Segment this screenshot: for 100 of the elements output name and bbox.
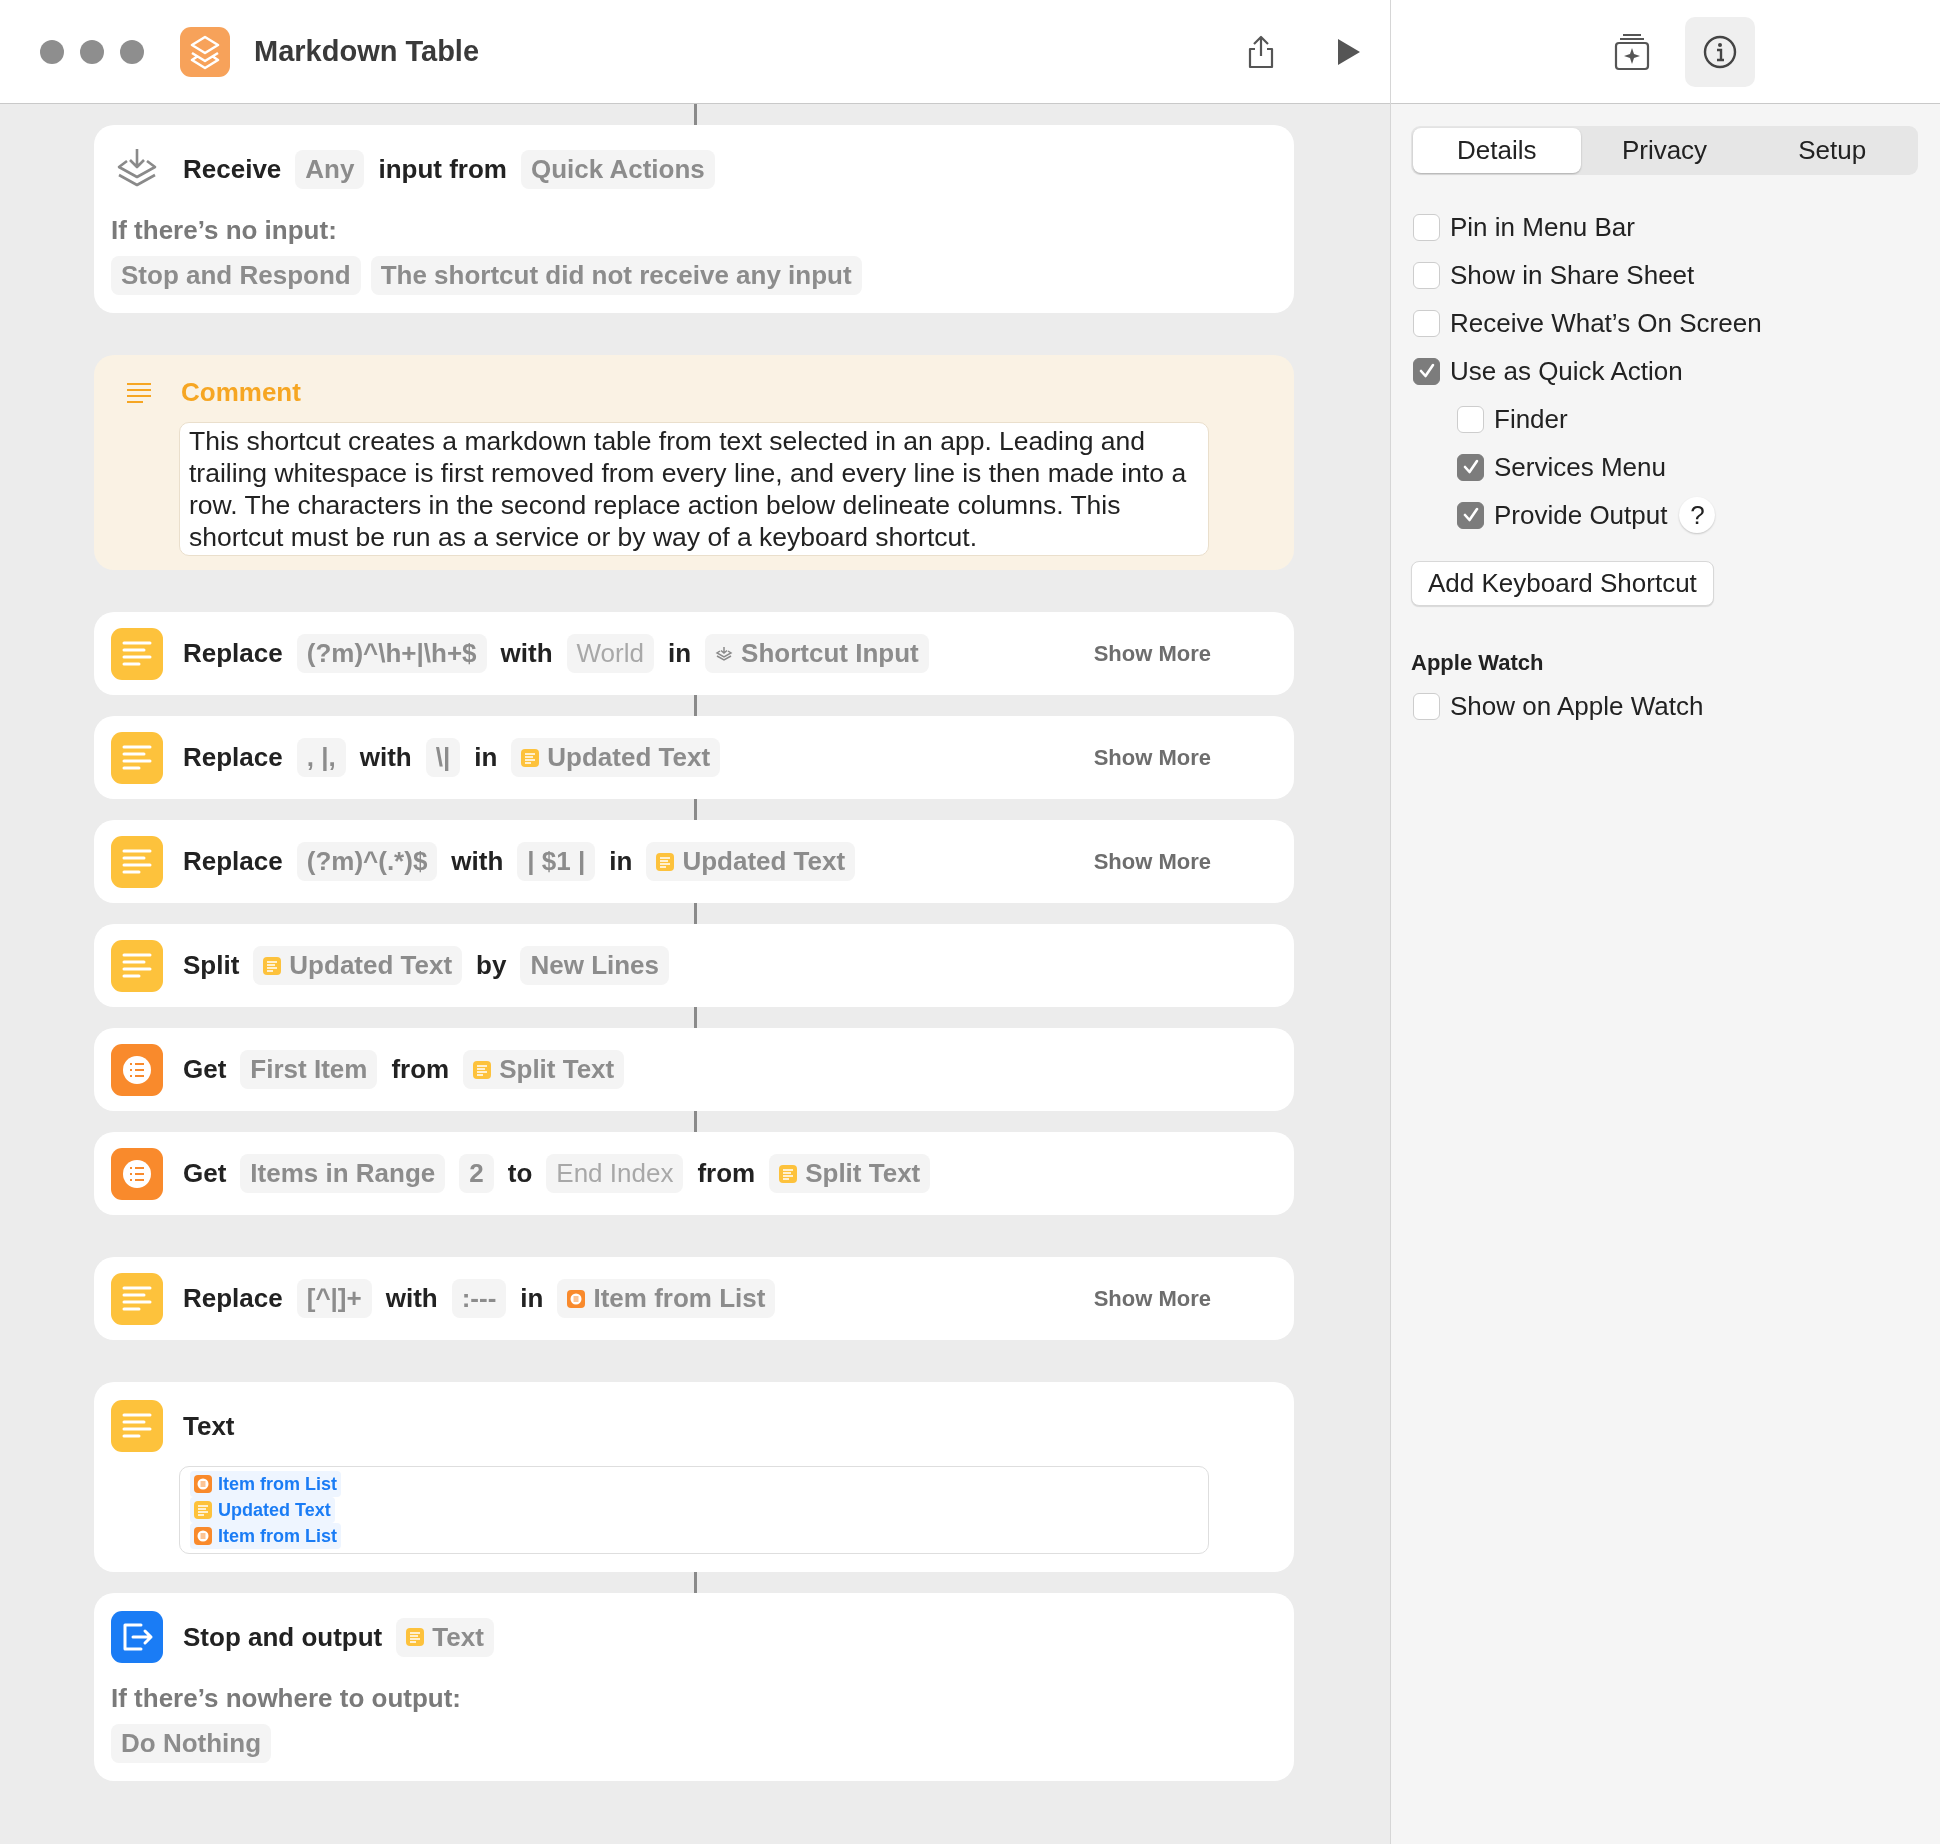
text-lines-icon: [111, 835, 163, 888]
action-label: Replace: [183, 846, 283, 877]
window-title: Markdown Table: [254, 35, 480, 68]
text-lines-icon: [111, 627, 163, 680]
segment-tab[interactable]: Details: [1413, 128, 1581, 173]
checkbox-label[interactable]: Finder: [1494, 403, 1568, 435]
section-title: Apple Watch: [1411, 650, 1545, 676]
segment-tab[interactable]: Setup: [1748, 128, 1916, 173]
checkbox[interactable]: [1413, 213, 1440, 241]
list-icon: [567, 1289, 586, 1308]
checkbox-label[interactable]: Show on Apple Watch: [1450, 690, 1704, 722]
window-control[interactable]: [40, 39, 64, 64]
variable-token[interactable]: Updated Text: [646, 842, 856, 881]
action-label: in: [668, 638, 692, 669]
list-icon: [111, 1147, 163, 1200]
exit-icon: [111, 1611, 163, 1663]
show-more-link[interactable]: Show More: [1093, 1285, 1211, 1312]
help-button[interactable]: ?: [1679, 497, 1716, 533]
parameter-token[interactable]: Any: [295, 149, 365, 189]
segment-tab[interactable]: Privacy: [1580, 128, 1749, 173]
parameter-token[interactable]: The shortcut did not receive any input: [370, 256, 862, 295]
parameter-token[interactable]: , |,: [296, 738, 346, 777]
action-label: to: [507, 1158, 533, 1189]
list-icon: [194, 1527, 212, 1545]
checkbox-label[interactable]: Use as Quick Action: [1450, 355, 1683, 387]
checkbox-label[interactable]: Show in Share Sheet: [1450, 259, 1695, 291]
action-label: in: [609, 846, 633, 877]
checkbox-label[interactable]: Pin in Menu Bar: [1450, 211, 1635, 243]
play-icon[interactable]: [1336, 36, 1362, 67]
action-label: Get: [183, 1054, 227, 1085]
action-label: with: [500, 638, 553, 669]
window-control[interactable]: [120, 39, 144, 64]
action-label: from: [697, 1158, 756, 1189]
window-control[interactable]: [80, 39, 104, 64]
layers-app-icon: [180, 26, 230, 77]
variable-token[interactable]: Updated Text: [511, 738, 721, 777]
action-label: from: [391, 1054, 450, 1085]
variable-token[interactable]: Shortcut Input: [705, 634, 929, 673]
parameter-token[interactable]: \|: [425, 738, 461, 777]
show-more-link[interactable]: Show More: [1093, 640, 1211, 667]
receive-icon: [715, 644, 734, 663]
parameter-token[interactable]: 2: [459, 1154, 494, 1193]
show-more-link[interactable]: Show More: [1093, 744, 1211, 771]
parameter-token[interactable]: :---: [451, 1279, 507, 1318]
action-label: by: [476, 950, 507, 981]
checkbox[interactable]: [1413, 692, 1440, 720]
action-label: with: [359, 742, 412, 773]
parameter-token[interactable]: Stop and Respond: [111, 256, 361, 295]
checkbox[interactable]: [1413, 357, 1440, 385]
action-label: with: [385, 1283, 438, 1314]
text-lines-icon: [656, 852, 675, 871]
checkbox[interactable]: [1457, 453, 1484, 481]
variable-token[interactable]: Updated Text: [253, 946, 463, 985]
parameter-token[interactable]: First Item: [240, 1050, 378, 1089]
variable-token[interactable]: Item from List: [557, 1279, 776, 1318]
text-lines-icon: [111, 731, 163, 784]
parameter-token[interactable]: [^|]+: [296, 1279, 372, 1318]
list-icon: [194, 1475, 212, 1493]
parameter-token[interactable]: World: [566, 634, 654, 673]
action-label: in: [474, 742, 498, 773]
action-label: Split: [183, 950, 240, 981]
checkbox[interactable]: [1413, 309, 1440, 337]
variable-token[interactable]: Split Text: [463, 1050, 625, 1089]
parameter-token[interactable]: End Index: [546, 1154, 684, 1193]
text-lines-icon: [111, 939, 163, 992]
parameter-token[interactable]: Quick Actions: [520, 149, 715, 189]
variable-token[interactable]: Item from List: [190, 1523, 341, 1549]
parameter-token[interactable]: Items in Range: [240, 1154, 446, 1193]
text-lines-icon: [406, 1628, 425, 1646]
parameter-token[interactable]: (?m)^\h+|\h+$: [296, 634, 487, 673]
checkbox[interactable]: [1413, 261, 1440, 289]
checkbox[interactable]: [1457, 501, 1484, 529]
action-label: Replace: [183, 742, 283, 773]
variable-token[interactable]: Updated Text: [190, 1497, 335, 1523]
action-label: Get: [183, 1158, 227, 1189]
text-lines-icon: [111, 1272, 163, 1325]
comment-text-field[interactable]: This shortcut creates a markdown table from text selected in an app. Leading and trailing whitespace is first removed from every line, and every line is then made into a row. The characters in the second replace action below delineate columns. This shortcut must be run as a service or by way of a keyboard shortcut.: [179, 422, 1209, 556]
checkbox-label[interactable]: Receive What’s On Screen: [1450, 307, 1762, 339]
add-shortcut-button[interactable]: Add Keyboard Shortcut: [1411, 561, 1714, 606]
show-more-link[interactable]: Show More: [1093, 848, 1211, 875]
variable-token[interactable]: Text: [396, 1617, 494, 1657]
text-lines-icon: [111, 1400, 163, 1452]
text-lines-icon: [521, 748, 540, 767]
checkbox-label[interactable]: Provide Output: [1494, 499, 1668, 531]
variable-token[interactable]: Split Text: [769, 1154, 931, 1193]
parameter-token[interactable]: (?m)^(.*)$: [296, 842, 438, 881]
parameter-token[interactable]: Do Nothing: [111, 1724, 272, 1763]
share-icon[interactable]: [1246, 33, 1276, 70]
variable-token[interactable]: Item from List: [190, 1471, 341, 1497]
text-field[interactable]: Item from List Updated Text Item from List: [179, 1466, 1209, 1554]
action-label: Receive: [183, 153, 282, 185]
action-label: with: [451, 846, 504, 877]
action-label: input from: [378, 153, 507, 185]
checkbox[interactable]: [1457, 405, 1484, 433]
parameter-token[interactable]: | $1 |: [517, 842, 596, 881]
comment-title: Comment: [181, 377, 301, 408]
info-button[interactable]: [1684, 16, 1755, 87]
action-label: Replace: [183, 1283, 283, 1314]
checkbox-label[interactable]: Services Menu: [1494, 451, 1666, 483]
parameter-token[interactable]: New Lines: [520, 946, 670, 985]
